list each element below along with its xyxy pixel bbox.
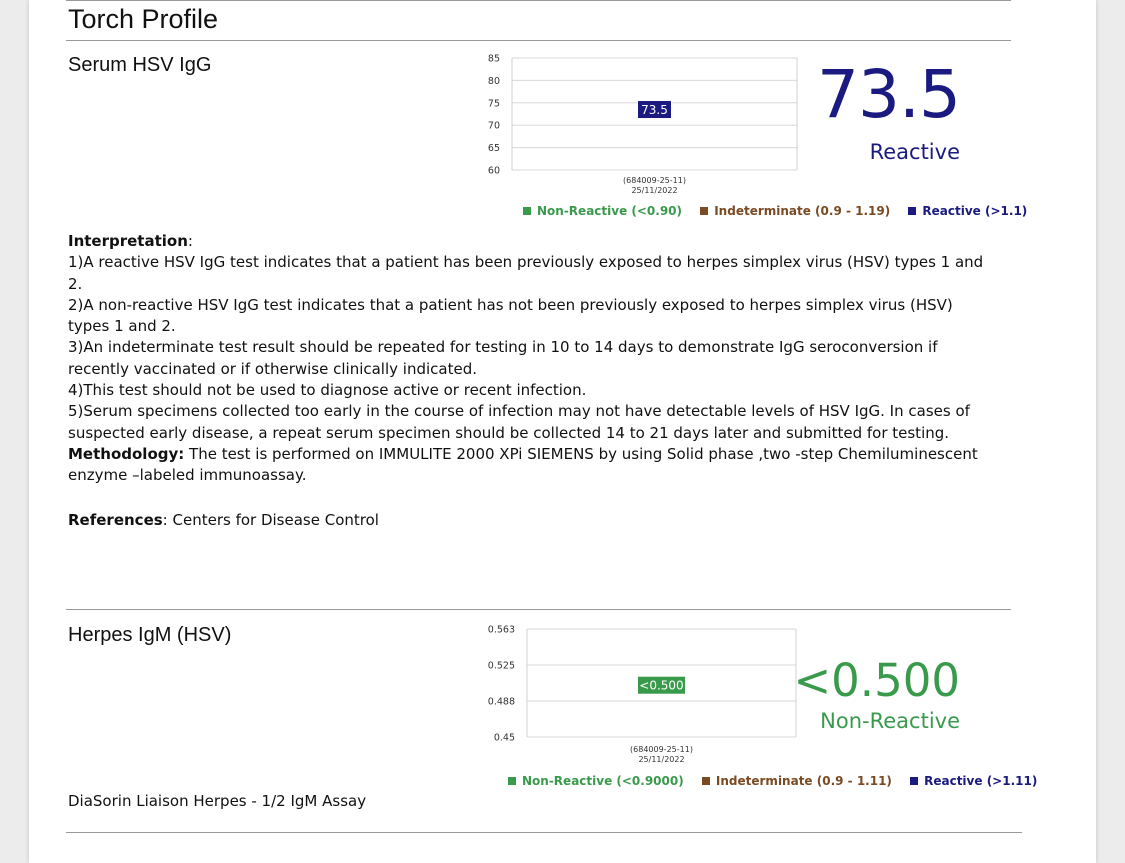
references-block: References: Centers for Disease Control <box>68 510 998 531</box>
hsv-igg-legend: Non-Reactive (<0.90) Indeterminate (0.9 … <box>523 204 1041 218</box>
page-title: Torch Profile <box>68 4 219 34</box>
title-divider <box>66 40 1011 41</box>
legend-label: Reactive (>1.11) <box>924 774 1038 788</box>
y-tick-label: 0.525 <box>488 661 515 672</box>
x-tick-label-id: (684009-25-11) <box>630 745 693 754</box>
data-point-label: 73.5 <box>641 103 668 117</box>
data-point-label: <0.500 <box>639 679 683 693</box>
references-text: : Centers for Disease Control <box>162 511 379 529</box>
section-divider <box>66 609 1011 610</box>
legend-swatch-brown <box>701 777 710 785</box>
assay-footer: DiaSorin Liaison Herpes - 1/2 IgM Assay <box>68 792 367 810</box>
herpes-igm-result-status: Non-Reactive <box>820 709 960 733</box>
y-tick-label: 85 <box>488 54 500 65</box>
top-divider <box>66 0 1011 1</box>
bottom-divider <box>66 832 1022 833</box>
legend-label: Indeterminate (0.9 - 1.11) <box>715 774 892 788</box>
interpretation-point: 4)This test should not be used to diagno… <box>68 381 587 400</box>
hsv-igg-result-value: 73.5 <box>817 56 961 133</box>
y-tick-label: 80 <box>488 76 500 87</box>
x-tick-label-date: 25/11/2022 <box>631 186 677 195</box>
legend-swatch-green <box>508 777 516 785</box>
herpes-igm-result-value: <0.500 <box>793 654 960 707</box>
interpretation-point: 3)An indeterminate test result should be… <box>68 338 938 378</box>
legend-item-reactive: Reactive (>1.11) <box>910 774 1037 788</box>
references-label: References <box>68 511 163 529</box>
herpes-igm-legend: Non-Reactive (<0.9000) Indeterminate (0.… <box>508 774 1051 788</box>
legend-item-reactive: Reactive (>1.1) <box>908 204 1027 218</box>
y-tick-label: 60 <box>488 166 500 177</box>
test-name-herpes-igm: Herpes IgM (HSV) <box>68 624 232 646</box>
interpretation-point: 1)A reactive HSV IgG test indicates that… <box>68 253 984 293</box>
legend-swatch-navy <box>910 777 919 785</box>
interpretation-point: 5)Serum specimens collected too early in… <box>68 402 970 442</box>
legend-label: Reactive (>1.1) <box>922 204 1028 218</box>
legend-item-non-reactive: Non-Reactive (<0.9000) <box>508 774 684 788</box>
x-tick-label-id: (684009-25-11) <box>623 176 686 185</box>
y-tick-label: 70 <box>488 121 500 132</box>
methodology-label: Methodology: <box>68 445 185 463</box>
x-tick-label-date: 25/11/2022 <box>638 755 684 764</box>
interpretation-block: Interpretation: 1)A reactive HSV IgG tes… <box>68 231 998 444</box>
legend-label: Indeterminate (0.9 - 1.19) <box>714 204 891 218</box>
interpretation-heading: Interpretation: <box>68 231 998 252</box>
interpretation-point: 2)A non-reactive HSV IgG test indicates … <box>68 295 953 336</box>
y-tick-label: 0.488 <box>488 697 515 708</box>
methodology-block: Methodology: The test is performed on IM… <box>68 444 998 487</box>
legend-item-non-reactive: Non-Reactive (<0.90) <box>523 204 682 218</box>
legend-label: Non-Reactive (<0.9000) <box>522 774 684 788</box>
legend-swatch-green <box>523 207 531 215</box>
test-name-hsv-igg: Serum HSV IgG <box>68 54 212 76</box>
hsv-igg-result-status: Reactive <box>869 140 960 164</box>
y-tick-label: 0.45 <box>494 733 515 744</box>
legend-label: Non-Reactive (<0.90) <box>537 204 683 218</box>
y-tick-label: 0.563 <box>488 625 515 636</box>
legend-swatch-navy <box>908 207 917 215</box>
legend-item-indeterminate: Indeterminate (0.9 - 1.19) <box>700 204 890 218</box>
legend-swatch-brown <box>700 207 709 215</box>
y-tick-label: 65 <box>488 143 500 154</box>
interpretation-heading-colon: : <box>187 232 193 250</box>
y-tick-label: 75 <box>488 98 500 109</box>
legend-item-indeterminate: Indeterminate (0.9 - 1.11) <box>701 774 892 788</box>
methodology-text: The test is performed on IMMULITE 2000 X… <box>68 445 978 485</box>
interpretation-heading-label: Interpretation <box>68 232 188 250</box>
